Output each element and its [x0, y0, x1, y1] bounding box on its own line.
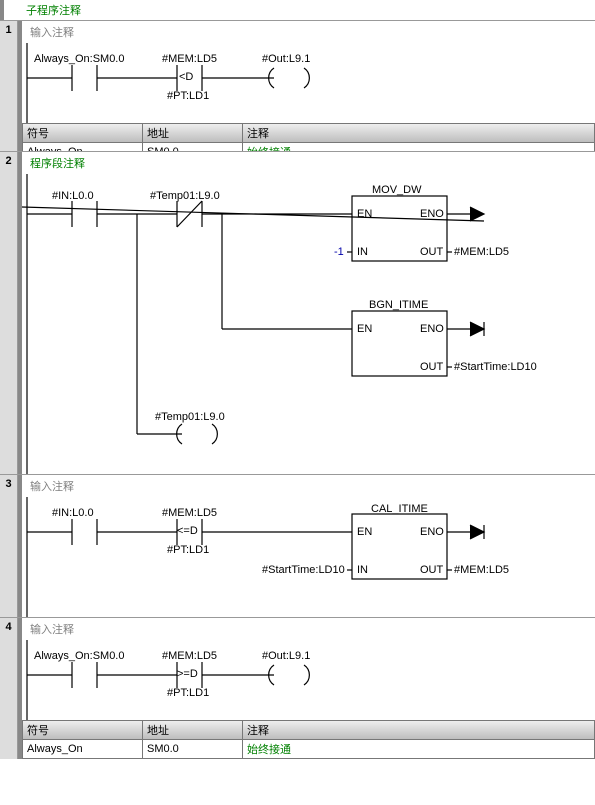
box1-title: MOV_DW	[372, 184, 422, 196]
contact-label: Always_On:SM0.0	[34, 53, 124, 65]
compare-bot: #PT:LD1	[167, 544, 209, 556]
network-2: 2 程序段注释	[0, 151, 595, 474]
network-body: 输入注释 Always_On:SM0.0 #MEM:LD5 >=D	[18, 618, 595, 759]
network-body: 输入注释 #IN:L0.0	[18, 475, 595, 617]
box-in: IN	[357, 246, 368, 258]
sym-hdr-3: 注释	[243, 124, 595, 143]
sym-cell: 始终接通	[243, 143, 595, 152]
box-out: OUT	[420, 361, 443, 373]
sym-hdr-2: 地址	[143, 721, 243, 740]
ladder-diagram: Always_On:SM0.0 #MEM:LD5 >=D #PT:LD1 #Ou…	[22, 640, 595, 720]
sym-cell: Always_On	[23, 143, 143, 152]
compare-top: #MEM:LD5	[162, 507, 217, 519]
sym-hdr-1: 符号	[23, 124, 143, 143]
ladder-diagram: #IN:L0.0 #Temp01:L9.0 MOV_DW EN ENO IN O…	[22, 174, 595, 474]
sym-hdr-1: 符号	[23, 721, 143, 740]
page-root: 子程序注释 1 输入注释	[0, 0, 595, 759]
ladder-diagram: #IN:L0.0 #MEM:LD5 <=D #PT:LD1 CAL_ITIME …	[22, 497, 595, 617]
sym-cell: SM0.0	[143, 740, 243, 759]
network-number: 3	[0, 475, 18, 617]
network-1: 1 输入注释	[0, 20, 595, 151]
network-number: 4	[0, 618, 18, 759]
compare-top: #MEM:LD5	[162, 650, 217, 662]
subprogram-title: 子程序注释	[0, 0, 595, 20]
compare-op: >=D	[177, 668, 198, 680]
network-body: 输入注释	[18, 21, 595, 151]
box-en: EN	[357, 208, 372, 220]
box-out: OUT	[420, 246, 443, 258]
network-4: 4 输入注释 Always_On:SM0.0 #MEM:LD5	[0, 617, 595, 759]
compare-bot: #PT:LD1	[167, 90, 209, 102]
box-en: EN	[357, 323, 372, 335]
network-comment: 输入注释	[22, 618, 595, 640]
sym-hdr-2: 地址	[143, 124, 243, 143]
compare-op: <D	[179, 71, 193, 83]
neg-contact-label: #Temp01:L9.0	[150, 190, 220, 202]
out-value: #MEM:LD5	[454, 564, 509, 576]
box-in: IN	[357, 564, 368, 576]
network-number: 1	[0, 21, 18, 151]
network-comment: 输入注释	[22, 475, 595, 497]
symbol-table: 符号 地址 注释 Always_On SM0.0 始终接通	[22, 123, 595, 151]
in-value: #StartTime:LD10	[262, 564, 345, 576]
box-title: CAL_ITIME	[371, 503, 428, 515]
contact-label: Always_On:SM0.0	[34, 650, 124, 662]
network-comment: 输入注释	[22, 21, 595, 43]
out-value: #MEM:LD5	[454, 246, 509, 258]
network-3: 3 输入注释	[0, 474, 595, 617]
box-eno: ENO	[420, 526, 444, 538]
sym-hdr-3: 注释	[243, 721, 595, 740]
box-out: OUT	[420, 564, 443, 576]
coil-label: #Out:L9.1	[262, 53, 310, 65]
symbol-table: 符号 地址 注释 Always_On SM0.0 始终接通	[22, 720, 595, 759]
ladder-diagram: Always_On:SM0.0 #MEM:LD5 <D #PT:LD1 #Out…	[22, 43, 595, 123]
compare-bot: #PT:LD1	[167, 687, 209, 699]
coil-bot-label: #Temp01:L9.0	[155, 411, 225, 423]
box-eno: ENO	[420, 323, 444, 335]
box-en: EN	[357, 526, 372, 538]
network-number: 2	[0, 152, 18, 474]
out-value2: #StartTime:LD10	[454, 361, 537, 373]
compare-top: #MEM:LD5	[162, 53, 217, 65]
sym-cell: Always_On	[23, 740, 143, 759]
sym-cell: SM0.0	[143, 143, 243, 152]
network-comment: 程序段注释	[22, 152, 595, 174]
network-body: 程序段注释	[18, 152, 595, 474]
contact-label: #IN:L0.0	[52, 190, 94, 202]
compare-op: <=D	[177, 525, 198, 537]
box2-title: BGN_ITIME	[369, 299, 428, 311]
in-value: -1	[334, 246, 344, 258]
coil-label: #Out:L9.1	[262, 650, 310, 662]
sym-cell: 始终接通	[243, 740, 595, 759]
box-eno: ENO	[420, 208, 444, 220]
contact-label: #IN:L0.0	[52, 507, 94, 519]
